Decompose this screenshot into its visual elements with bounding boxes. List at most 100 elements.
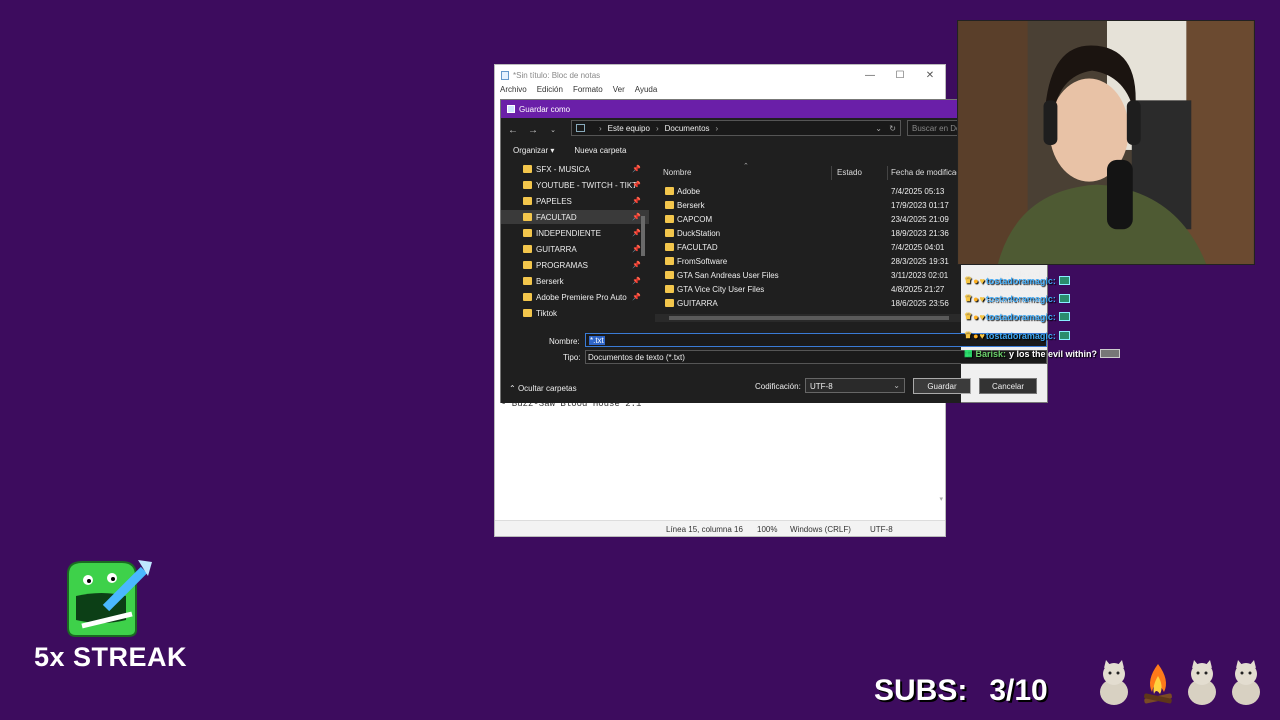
horizontal-scrollbar[interactable]	[495, 512, 945, 520]
file-name: GTA San Andreas User Files	[677, 271, 779, 280]
status-zoom: 100%	[757, 525, 778, 534]
close-icon[interactable]: ✕	[915, 70, 945, 81]
streak-label: 5x STREAK	[34, 642, 188, 672]
file-row[interactable]: FACULTAD 7/4/2025 04:01	[655, 240, 961, 254]
tree-item[interactable]: PAPELES 📌	[523, 194, 649, 208]
menu-ayuda[interactable]: Ayuda	[635, 85, 658, 99]
menu-formato[interactable]: Formato	[573, 85, 603, 99]
file-name: GUITARRA	[677, 299, 718, 308]
file-name: FromSoftware	[677, 257, 728, 266]
chat-username[interactable]: tostadoramagic:	[986, 331, 1056, 341]
tree-item[interactable]: YOUTUBE - TWITCH - TIKT 📌	[523, 178, 649, 192]
sort-up-icon: ⌃	[743, 163, 749, 170]
streak-logo-icon	[67, 560, 152, 637]
save-button[interactable]: Guardar	[913, 378, 971, 394]
folder-icon	[523, 293, 532, 301]
navigation-tree: SFX - MUSICA 📌 YOUTUBE - TWITCH - TIKT 📌 P…	[501, 162, 649, 324]
maximize-icon[interactable]: ☐	[885, 70, 915, 81]
pin-icon: 📌	[632, 198, 641, 205]
tree-scrollbar-thumb[interactable]	[641, 216, 645, 256]
badge-icon: ●	[973, 330, 979, 341]
pin-icon: 📌	[632, 246, 641, 253]
dialog-toolbar: Organizar ▾ Nueva carpeta	[513, 146, 626, 155]
forward-arrow-icon[interactable]: →	[525, 125, 541, 136]
file-name: Berserk	[677, 201, 705, 210]
tree-item-selected[interactable]: FACULTAD 📌	[501, 210, 649, 224]
file-row[interactable]: GUITARRA 18/6/2025 23:56	[655, 296, 961, 310]
tree-item[interactable]: Tiktok	[523, 306, 649, 320]
menu-edicion[interactable]: Edición	[537, 85, 563, 99]
folder-icon	[665, 229, 674, 237]
tree-item[interactable]: PROGRAMAS 📌	[523, 258, 649, 272]
file-list-header: Nombre ⌃ Estado Fecha de modificac	[655, 163, 961, 180]
pin-icon: 📌	[632, 262, 641, 269]
tooltip-text: Carpeta de arcl	[986, 298, 1041, 307]
file-date: 7/4/2025 05:13	[891, 187, 945, 196]
back-arrow-icon[interactable]: ←	[505, 125, 521, 136]
emote-icon	[1058, 312, 1070, 321]
hide-folders-button[interactable]: ⌃ Ocultar carpetas	[509, 384, 577, 393]
folder-icon	[523, 165, 532, 173]
file-name: DuckStation	[677, 229, 721, 238]
breadcrumb-este-equipo[interactable]: Este equipo	[608, 124, 650, 133]
breadcrumb-documentos[interactable]: Documentos	[665, 124, 710, 133]
organize-button[interactable]: Organizar ▾	[513, 146, 554, 155]
folder-icon	[665, 215, 674, 223]
column-name[interactable]: Nombre	[663, 168, 691, 177]
dialog-icon	[507, 105, 515, 113]
folder-icon	[523, 309, 532, 317]
column-date[interactable]: Fecha de modificac	[891, 168, 960, 177]
tree-item-label: Tiktok	[536, 308, 558, 318]
tree-item-label: YOUTUBE - TWITCH - TIKT	[536, 180, 638, 190]
file-row[interactable]: CAPCOM 23/4/2025 21:09	[655, 212, 961, 226]
file-list-scrollbar[interactable]	[655, 314, 961, 322]
tree-item[interactable]: SFX - MUSICA 📌	[523, 162, 649, 176]
folder-icon	[665, 257, 674, 265]
file-date: 7/4/2025 04:01	[891, 243, 945, 252]
menu-ver[interactable]: Ver	[613, 85, 625, 99]
pin-icon: 📌	[632, 214, 641, 221]
campfire-icon	[1144, 664, 1172, 704]
tree-item-label: SFX - MUSICA	[536, 164, 590, 174]
folder-icon	[523, 197, 532, 205]
pin-icon: 📌	[632, 166, 641, 173]
file-name: FACULTAD	[677, 243, 718, 252]
notepad-icon	[501, 70, 509, 80]
chat-message: ♛ ● ♥ tostadoramagic:	[964, 311, 1070, 322]
tree-item[interactable]: Berserk 📌	[523, 274, 649, 288]
file-row[interactable]: Berserk 17/9/2023 01:17	[655, 198, 961, 212]
recent-chevron-icon[interactable]: ⌄	[545, 126, 561, 134]
address-dropdown-icon[interactable]: ⌄	[875, 124, 882, 133]
pin-icon: 📌	[632, 294, 641, 301]
chat-username[interactable]: Barisk:	[976, 349, 1007, 359]
chat-message-text: y los the evil within?	[1009, 348, 1098, 359]
vertical-scrollbar[interactable]: ▾	[939, 495, 943, 503]
file-row[interactable]: Adobe 7/4/2025 05:13	[655, 184, 961, 198]
subs-count: 3/10	[989, 674, 1048, 707]
file-list-scrollbar-thumb[interactable]	[669, 316, 949, 320]
menu-archivo[interactable]: Archivo	[500, 85, 527, 99]
refresh-icon[interactable]: ↻	[889, 124, 896, 133]
minimize-icon[interactable]: —	[855, 70, 885, 81]
heart-icon: ♥	[979, 330, 985, 341]
tree-item[interactable]: GUITARRA 📌	[523, 242, 649, 256]
new-folder-button[interactable]: Nueva carpeta	[574, 146, 626, 155]
cancel-button[interactable]: Cancelar	[979, 378, 1037, 394]
file-row[interactable]: GTA Vice City User Files 4/8/2025 21:27	[655, 282, 961, 296]
column-status[interactable]: Estado	[837, 168, 862, 177]
folder-icon	[523, 261, 532, 269]
tree-item[interactable]: INDEPENDIENTE 📌	[523, 226, 649, 240]
address-bar[interactable]: › Este equipo › Documentos › ⌄ ↻	[571, 120, 901, 136]
notepad-title: *Sin título: Bloc de notas	[513, 70, 601, 80]
file-row[interactable]: FromSoftware 28/3/2025 19:31	[655, 254, 961, 268]
encoding-select[interactable]: UTF-8 ⌄	[805, 378, 905, 393]
chevron-up-icon: ⌃	[509, 384, 518, 393]
file-row[interactable]: DuckStation 18/9/2023 21:36	[655, 226, 961, 240]
tree-item[interactable]: Adobe Premiere Pro Auto 📌	[523, 290, 649, 304]
badge-icon: ●	[973, 275, 979, 286]
notepad-titlebar[interactable]: *Sin título: Bloc de notas — ☐ ✕	[495, 65, 945, 85]
folder-icon	[665, 299, 674, 307]
file-row[interactable]: GTA San Andreas User Files 3/11/2023 02:0…	[655, 268, 961, 282]
tree-scrollbar[interactable]	[641, 162, 647, 322]
chat-username[interactable]: tostadoramagic:	[986, 312, 1056, 322]
